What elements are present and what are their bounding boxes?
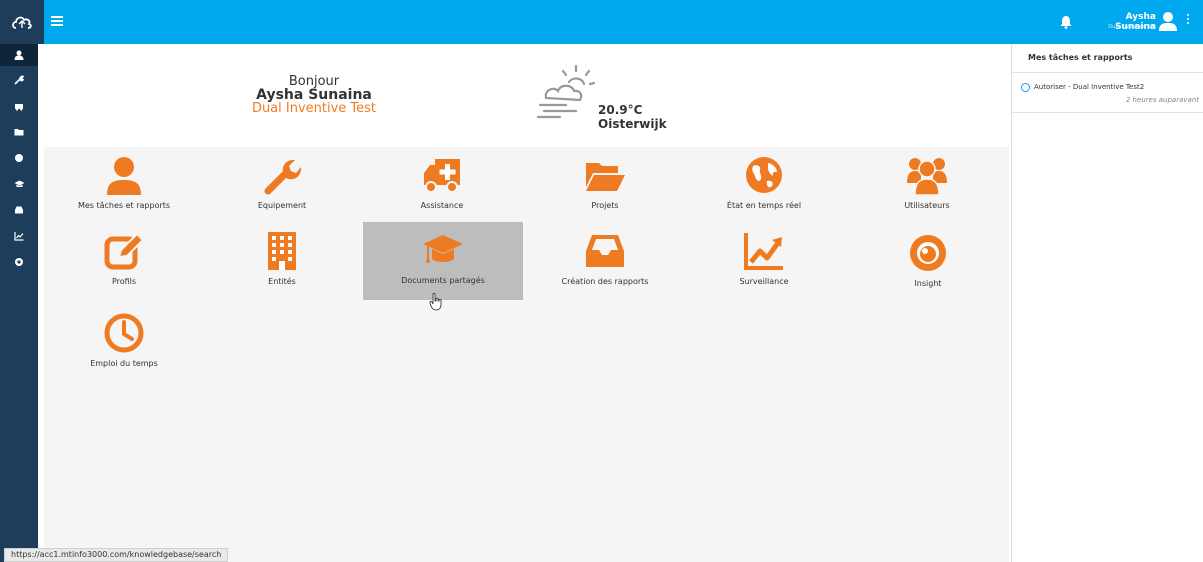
- module-grid: Mes tâches et rapports Equipement Assist…: [44, 147, 1009, 562]
- sidebar-item-surveillance[interactable]: [0, 225, 38, 247]
- eye-icon: [15, 258, 23, 266]
- task-item-label[interactable]: Autoriser - Dual Inventive Test2: [1034, 83, 1144, 91]
- users-icon: [907, 158, 947, 195]
- sidebar-item-reports[interactable]: [0, 199, 38, 221]
- chart-line-icon: [14, 232, 24, 241]
- tile-profiles[interactable]: Profils: [44, 223, 204, 301]
- folder-open-icon: [586, 163, 625, 191]
- user-avatar-icon[interactable]: [1158, 10, 1178, 32]
- folder-icon: [14, 129, 24, 136]
- sidebar-item-assistance[interactable]: [0, 95, 38, 117]
- temperature: 20.9°C: [598, 103, 643, 117]
- bell-icon[interactable]: [1057, 13, 1075, 31]
- tile-assistance[interactable]: Assistance: [362, 147, 522, 225]
- divider: [1012, 112, 1203, 113]
- sidebar: [0, 44, 38, 562]
- tile-label: Equipement: [257, 201, 307, 210]
- cloud-logo-icon[interactable]: [0, 0, 44, 44]
- building-icon: [268, 232, 296, 270]
- wrench-icon: [14, 75, 24, 85]
- more-options-icon[interactable]: [1184, 12, 1192, 32]
- sidebar-item-equipment[interactable]: [0, 69, 38, 91]
- inbox-icon: [586, 235, 624, 267]
- edit-icon: [104, 232, 144, 270]
- ambulance-icon: [15, 104, 23, 111]
- task-item-time: 2 heures auparavant: [1125, 96, 1199, 104]
- status-bar-url: https://acc1.mtinfo3000.com/knowledgebas…: [4, 548, 229, 562]
- tile-label: Insight: [914, 279, 942, 288]
- task-status-circle-icon[interactable]: [1021, 83, 1030, 92]
- sidebar-item-insight[interactable]: [0, 251, 38, 273]
- welcome-panel: Bonjour Aysha Sunaina Dual Inventive Tes…: [44, 44, 1009, 147]
- inbox-icon: [15, 206, 23, 214]
- tile-label: Entités: [268, 277, 296, 286]
- tile-entities[interactable]: Entités: [202, 223, 362, 301]
- tile-label: Utilisateurs: [904, 201, 950, 210]
- city-name: Oisterwijk: [598, 117, 667, 131]
- user-organization: Dual Inventive Test: [1108, 24, 1156, 30]
- graduation-cap-icon: [423, 235, 463, 263]
- tile-insight[interactable]: Insight: [848, 225, 1008, 303]
- tile-label: Création des rapports: [561, 277, 649, 286]
- tasks-panel-title: Mes tâches et rapports: [1028, 53, 1133, 62]
- tile-label: Profils: [111, 277, 137, 286]
- tile-label: Assistance: [420, 201, 464, 210]
- ambulance-icon: [424, 159, 460, 193]
- wrench-icon: [264, 159, 302, 195]
- tile-users[interactable]: Utilisateurs: [847, 147, 1007, 225]
- tile-label: État en temps réel: [726, 201, 802, 210]
- user-icon: [14, 50, 24, 60]
- greeting-user-name: Aysha Sunaina: [256, 87, 372, 103]
- sidebar-item-user[interactable]: [0, 44, 38, 66]
- tile-shared-documents[interactable]: Documents partagés: [363, 222, 523, 300]
- tile-my-tasks[interactable]: Mes tâches et rapports: [44, 147, 204, 225]
- weather-partly-cloudy-icon: [536, 64, 604, 120]
- chart-line-icon: [744, 233, 783, 270]
- sidebar-item-realtime[interactable]: [0, 147, 38, 169]
- tile-label: Projets: [591, 201, 619, 210]
- tile-equipment[interactable]: Equipement: [202, 147, 362, 225]
- tile-label: Documents partagés: [401, 276, 485, 285]
- sidebar-item-documents[interactable]: [0, 173, 38, 195]
- tile-projects[interactable]: Projets: [525, 147, 685, 225]
- sidebar-item-projects[interactable]: [0, 121, 38, 143]
- tile-label: Emploi du temps: [90, 359, 158, 368]
- hamburger-menu-icon[interactable]: [51, 14, 65, 28]
- top-bar: Aysha Sunaina Dual Inventive Test: [0, 0, 1203, 44]
- divider: [1012, 72, 1203, 73]
- tile-label: Mes tâches et rapports: [77, 201, 171, 210]
- globe-icon: [746, 157, 782, 193]
- tile-surveillance[interactable]: Surveillance: [684, 223, 844, 301]
- tasks-panel: Mes tâches et rapports Autoriser - Dual …: [1011, 44, 1203, 562]
- hand-cursor-icon: [429, 293, 442, 311]
- clock-icon: [104, 313, 144, 353]
- globe-icon: [15, 154, 23, 162]
- tile-report-creation[interactable]: Création des rapports: [525, 223, 685, 301]
- graduation-cap-icon: [14, 180, 24, 187]
- eye-icon: [910, 235, 946, 271]
- app-window: Aysha Sunaina Dual Inventive Test Bonjou…: [0, 0, 1203, 562]
- greeting-organization: Dual Inventive Test: [251, 101, 377, 116]
- tile-realtime-status[interactable]: État en temps réel: [684, 147, 844, 225]
- tile-label: Surveillance: [739, 277, 789, 286]
- tile-schedule[interactable]: Emploi du temps: [44, 305, 204, 383]
- user-icon: [107, 157, 141, 195]
